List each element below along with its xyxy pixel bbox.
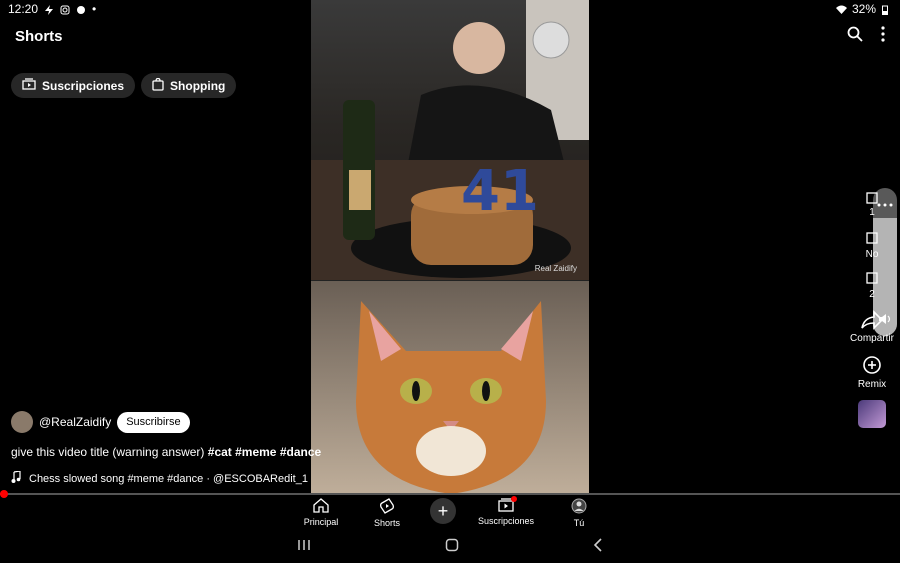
video-watermark: Real Zaidify (534, 264, 577, 273)
video-player[interactable]: 41 Real Zaidify (311, 0, 589, 494)
bolt-icon (44, 4, 54, 15)
battery-icon (882, 4, 892, 15)
nav-label: Principal (303, 517, 339, 527)
sound-thumbnail[interactable] (844, 400, 900, 428)
app-icon (76, 4, 86, 14)
battery-percent: 32% (851, 2, 876, 16)
nav-shorts[interactable]: Shorts (354, 498, 420, 528)
search-icon[interactable] (847, 26, 863, 47)
chip-label: Shopping (170, 78, 226, 93)
clock: 12:20 (8, 2, 39, 16)
chip-label: Suscripciones (42, 78, 125, 93)
channel-row: @RealZaidify Suscribirse (11, 411, 190, 433)
more-horizontal-icon[interactable] (877, 194, 893, 212)
home-icon (313, 498, 329, 515)
music-note-icon (11, 470, 21, 486)
nav-label: Suscripciones (477, 516, 535, 526)
nav-suscripciones[interactable]: Suscripciones (466, 496, 546, 528)
video-frame-cat (311, 281, 589, 494)
recent-apps-icon[interactable] (297, 538, 311, 556)
subscribe-button[interactable]: Suscribirse (117, 411, 190, 433)
remix-label: Remix (857, 379, 887, 390)
video-title[interactable]: give this video title (warning answer) #… (11, 445, 321, 459)
music-label: Chess slowed song #meme #dance · @ESCOBA… (29, 472, 308, 485)
shopping-bag-icon (152, 77, 164, 94)
svg-text:41: 41 (461, 159, 539, 224)
sound-thumbnail-image (858, 400, 886, 428)
progress-scrubber[interactable] (0, 490, 8, 498)
channel-name[interactable]: @RealZaidify (39, 415, 111, 429)
back-icon[interactable] (593, 537, 603, 557)
remix-icon (861, 354, 883, 379)
nav-principal[interactable]: Principal (288, 498, 354, 528)
create-button[interactable]: + (430, 498, 456, 524)
music-row[interactable]: Chess slowed song #meme #dance · @ESCOBA… (11, 470, 308, 486)
nav-tu[interactable]: Tú (546, 498, 612, 528)
channel-avatar[interactable] (11, 411, 33, 433)
video-title-text: give this video title (warning answer) (11, 445, 208, 459)
chip-shopping[interactable]: Shopping (141, 73, 237, 98)
system-nav-bar (0, 536, 900, 558)
subscriptions-icon (498, 496, 517, 514)
volume-icon (878, 312, 892, 330)
notification-dot-icon (511, 496, 517, 502)
subscriptions-icon (22, 78, 36, 93)
volume-slider[interactable] (873, 188, 897, 336)
progress-bar[interactable] (0, 493, 900, 495)
video-frame-birthday: 41 (311, 0, 589, 280)
home-button-icon[interactable] (445, 538, 459, 557)
nav-label: Shorts (373, 518, 400, 528)
filter-chips: Suscripciones Shopping (11, 73, 237, 98)
plus-icon: + (437, 500, 449, 521)
more-options-icon[interactable] (881, 25, 885, 47)
video-title-tags[interactable]: #cat #meme #dance (208, 445, 321, 459)
bottom-nav: Principal Shorts + Suscripciones Tú (0, 496, 900, 528)
chip-suscripciones[interactable]: Suscripciones (11, 73, 136, 98)
instagram-icon (60, 4, 70, 15)
shorts-icon (380, 498, 394, 516)
profile-icon (571, 498, 587, 516)
wifi-icon (835, 4, 847, 14)
page-title: Shorts (15, 27, 63, 45)
remix-button[interactable]: Remix (844, 354, 900, 390)
nav-label: Tú (573, 518, 585, 528)
notification-dot-icon: • (92, 2, 97, 16)
